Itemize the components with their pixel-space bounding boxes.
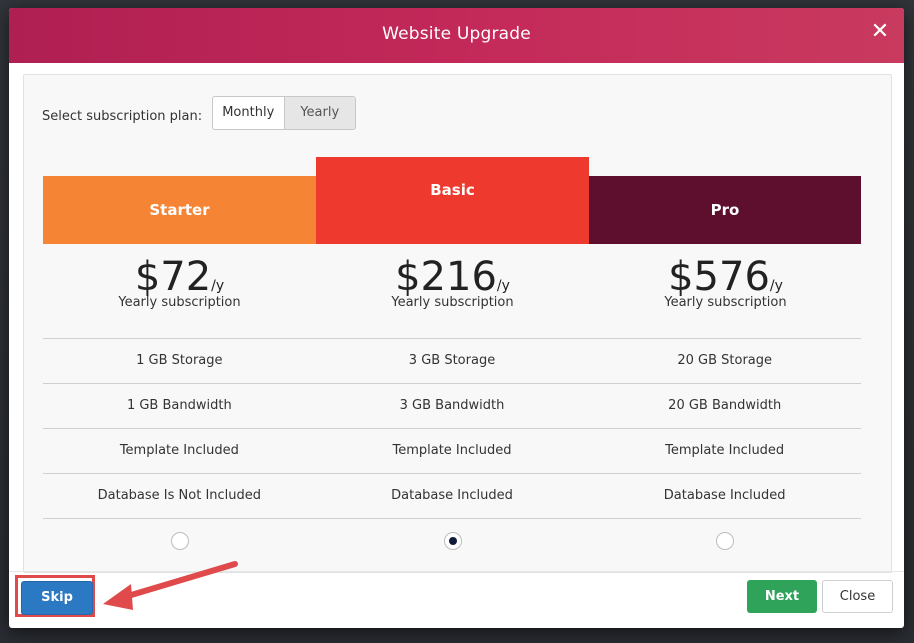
feature-row-storage: 1 GB Storage 3 GB Storage 20 GB Storage [43,338,861,383]
annotation-arrow-icon [103,561,238,610]
price-subscription: Yearly subscription [391,295,514,310]
feature-cell: 3 GB Storage [408,353,496,368]
feature-cell: 20 GB Bandwidth [668,398,782,413]
price-period: /y [211,278,225,294]
plan-header-pro: Pro [589,176,861,244]
feature-cell: Database Included [663,488,786,503]
plan-header-basic: Basic [316,157,589,244]
close-button[interactable]: Close [822,580,893,613]
feature-row-bandwidth: 1 GB Bandwidth 3 GB Bandwidth 20 GB Band… [43,383,861,428]
plan-header-starter: Starter [43,176,316,244]
toggle-monthly[interactable]: Monthly [213,97,284,129]
feature-cell: Database Included [391,488,513,503]
price-period: /y [496,278,510,294]
pricing-panel: Select subscription plan: Monthly Yearly… [23,74,892,573]
feature-cell: Template Included [392,443,512,458]
close-icon[interactable]: ✕ [868,20,892,44]
modal-header: Website Upgrade ✕ [9,8,904,63]
feature-cell: 3 GB Bandwidth [399,398,505,413]
feature-cell: Template Included [119,443,239,458]
billing-toggle[interactable]: Monthly Yearly [212,96,356,130]
price-basic: $216/y Yearly subscription [316,255,589,310]
next-button[interactable]: Next [747,580,817,613]
price-starter: $72/y Yearly subscription [43,255,316,310]
feature-row-database: Database Is Not Included Database Includ… [43,473,861,519]
feature-cell: 20 GB Storage [677,353,773,368]
radio-basic[interactable] [444,532,462,550]
toggle-yearly[interactable]: Yearly [283,97,355,129]
skip-button[interactable]: Skip [21,581,93,615]
plan-select-label: Select subscription plan: [42,109,203,124]
feature-cell: 1 GB Bandwidth [126,398,232,413]
price-pro: $576/y Yearly subscription [589,255,862,310]
price-period: /y [769,278,783,294]
feature-cell: 1 GB Storage [136,353,223,368]
feature-row-template: Template Included Template Included Temp… [43,428,861,473]
price-subscription: Yearly subscription [118,295,241,310]
price-amount: $576 [668,254,770,300]
price-amount: $216 [395,254,497,300]
radio-starter[interactable] [171,532,189,550]
feature-cell: Template Included [665,443,785,458]
price-amount: $72 [134,254,212,300]
radio-pro[interactable] [716,532,734,550]
upgrade-modal: Website Upgrade ✕ Select subscription pl… [9,8,904,628]
feature-cell: Database Is Not Included [97,488,262,503]
modal-title: Website Upgrade [382,24,531,44]
price-subscription: Yearly subscription [664,295,787,310]
